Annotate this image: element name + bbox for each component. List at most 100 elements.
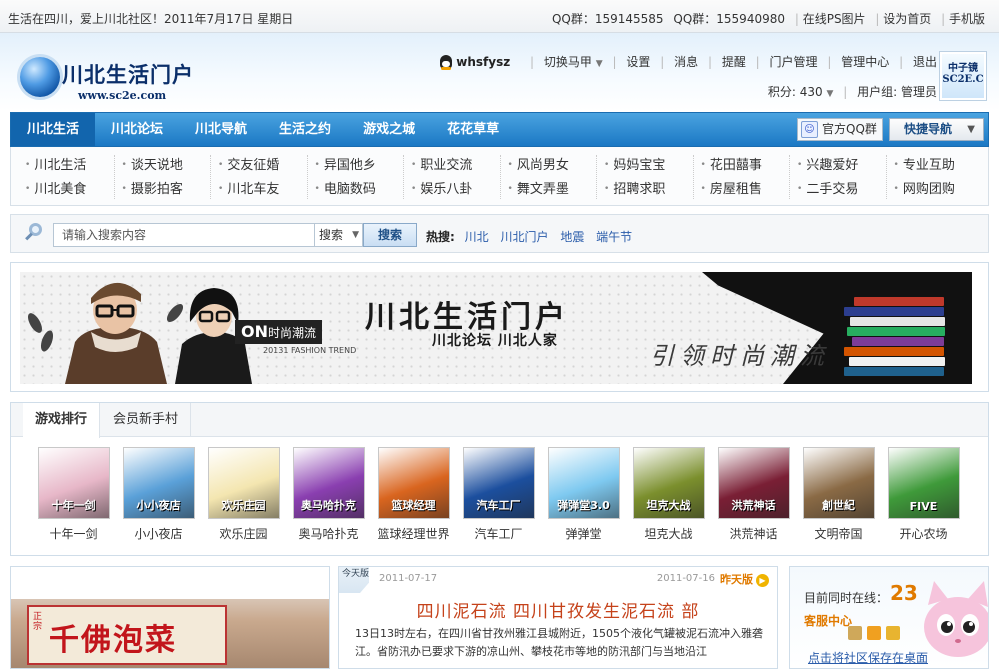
subnav-link[interactable]: 兴趣爱好 [797,153,893,177]
official-qq-group-button[interactable]: ☺ 官方QQ群 [797,118,883,141]
switch-account-link[interactable]: 切换马甲 ▼ [544,55,603,69]
search-scope-select[interactable]: 搜索 ▼ [315,223,363,247]
game-item[interactable]: 十年一剑 十年一剑 [31,447,116,542]
set-homepage-link[interactable]: 设为首页 [883,12,931,26]
subnav-link[interactable]: 网购团购 [894,177,990,201]
game-item[interactable]: 洪荒神话 洪荒神话 [711,447,796,542]
divider [692,155,694,199]
cat-mascot-image [924,581,988,657]
game-thumb-label: FIVE [909,500,938,513]
game-item[interactable]: 弹弹堂3.0 弹弹堂 [541,447,626,542]
yesterday-date: 2011-07-16 [656,573,715,584]
service-icons [848,626,905,643]
messages-link[interactable]: 消息 [674,55,698,69]
save-to-desktop-link[interactable]: 点击将社区保存在桌面 [808,649,928,666]
subnav-link[interactable]: 招聘求职 [604,177,700,201]
mail-icon[interactable] [867,626,881,640]
banner: ON时尚潮流 20131 FASHION TREND 川北生活门户 川北论坛 川… [10,262,989,392]
subnav-link[interactable]: 房屋租售 [701,177,797,201]
game-item[interactable]: 奥马哈扑克 奥马哈扑克 [286,447,371,542]
mobile-link[interactable]: 手机版 [949,12,985,26]
logo-url: www.sc2e.com [78,89,167,102]
top-bar: 生活在四川，爱上川北社区！2011年7月17日 星期日 QQ群：15914558… [0,0,999,33]
user-group-link[interactable]: 用户组: 管理员 [857,85,937,99]
portal-admin-link[interactable]: 门户管理 [770,55,818,69]
note-icon[interactable] [886,626,900,640]
hot-keyword[interactable]: 川北 [465,230,489,244]
game-item[interactable]: 汽车工厂 汽车工厂 [456,447,541,542]
subnav-link[interactable]: 二手交易 [797,177,893,201]
banner-image[interactable]: ON时尚潮流 20131 FASHION TREND 川北生活门户 川北论坛 川… [20,272,972,384]
featured-photo[interactable]: 正宗 千佛泡菜 [10,566,330,669]
on-badge: ON时尚潮流 [235,320,323,344]
search-input[interactable]: 请输入搜索内容 [53,223,315,247]
game-item[interactable]: 篮球经理 篮球经理世界 [371,447,456,542]
subnav-link[interactable]: 交友征婚 [218,153,314,177]
game-thumbnail: 十年一剑 [37,447,110,519]
nav-tab-games[interactable]: 游戏之城 [347,113,431,146]
site-logo[interactable]: 川北生活门户 www.sc2e.com [20,55,200,105]
subnav-link[interactable]: 花田囍事 [701,153,797,177]
model-male-image [65,282,167,384]
subnav-link[interactable]: 电脑数码 [315,177,411,201]
subnav-column: 谈天说地摄影拍客 [122,153,218,201]
nav-tab-flowers[interactable]: 花花草草 [431,113,515,146]
hot-keyword[interactable]: 川北门户 [500,230,548,244]
points-menu[interactable]: 积分: 430 ▼ [768,85,834,99]
subnav-link[interactable]: 职业交流 [411,153,507,177]
game-item[interactable]: 創世紀 文明帝国 [796,447,881,542]
nav-tab-forum[interactable]: 川北论坛 [95,113,179,146]
yesterday-edition-button[interactable]: 昨天版 ▶ [720,571,769,587]
username-link[interactable]: whsfysz [456,55,510,69]
divider: | [794,12,799,26]
hot-keyword[interactable]: 端午节 [596,230,632,244]
search-button[interactable]: 搜索 [363,223,417,247]
subnav-link[interactable]: 妈妈宝宝 [604,153,700,177]
nav-tab-guide[interactable]: 川北导航 [179,113,263,146]
admin-center-link[interactable]: 管理中心 [841,55,889,69]
divider: | [941,12,946,26]
subnav-column: 川北生活川北美食 [25,153,121,201]
welcome-text: 生活在四川，爱上川北社区！2011年7月17日 星期日 [8,12,294,26]
today-date: 2011-07-17 [379,573,438,584]
user-bar: whsfysz | 切换马甲 ▼ | 设置 | 消息 | 提醒 | 门户管理 |… [440,53,937,70]
subnav-link[interactable]: 舞文弄墨 [508,177,604,201]
online-count: 23 [890,581,918,605]
settings-link[interactable]: 设置 [626,55,650,69]
game-item[interactable]: FIVE 开心农场 [881,447,966,542]
game-item[interactable]: 欢乐庄园 欢乐庄园 [201,447,286,542]
subnav-link[interactable]: 摄影拍客 [122,177,218,201]
subnav-link[interactable]: 专业互助 [894,153,990,177]
subnav-column: 异国他乡电脑数码 [315,153,411,201]
globe-icon [20,57,60,97]
subnav-link[interactable]: 娱乐八卦 [411,177,507,201]
main-nav: 川北生活 川北论坛 川北导航 生活之约 游戏之城 花花草草 ☺ 官方QQ群 快捷导… [10,112,989,147]
game-item[interactable]: 小小夜店 小小夜店 [116,447,201,542]
quick-nav-button[interactable]: 快捷导航 ▼ [889,118,984,141]
game-thumbnail: FIVE [887,447,960,519]
today-edition-tab[interactable]: 今天版 [339,567,369,593]
nav-tab-life[interactable]: 川北生活 [11,113,96,146]
hot-keyword[interactable]: 地震 [560,230,584,244]
tab-newbie-village[interactable]: 会员新手村 [101,403,192,437]
subnav-link[interactable]: 川北美食 [25,177,121,201]
qq-icon[interactable] [848,626,862,640]
header: 川北生活门户 www.sc2e.com whsfysz | 切换马甲 ▼ | 设… [0,33,999,111]
news-headline[interactable]: 四川泥石流 四川甘孜发生泥石流 部 [339,597,777,622]
ps-online-link[interactable]: 在线PS图片 [803,12,866,26]
subnav-link[interactable]: 谈天说地 [122,153,218,177]
avatar[interactable]: 中子镜SC2E.C [939,51,987,101]
nav-tab-dating[interactable]: 生活之约 [263,113,347,146]
game-name: 奥马哈扑克 [298,527,359,541]
game-item[interactable]: 坦克大战 坦克大战 [626,447,711,542]
notifications-link[interactable]: 提醒 [722,55,746,69]
subnav-link[interactable]: 风尚男女 [508,153,604,177]
subnav-link[interactable]: 川北生活 [25,153,121,177]
tab-game-ranking[interactable]: 游戏排行 [23,403,101,438]
game-thumbnail: 欢乐庄园 [207,447,280,519]
divider: | [875,12,880,26]
subnav-link[interactable]: 异国他乡 [315,153,411,177]
subnav-link[interactable]: 川北车友 [218,177,314,201]
logout-link[interactable]: 退出 [913,55,937,69]
avatar-text: 中子镜SC2E.C [942,54,984,98]
